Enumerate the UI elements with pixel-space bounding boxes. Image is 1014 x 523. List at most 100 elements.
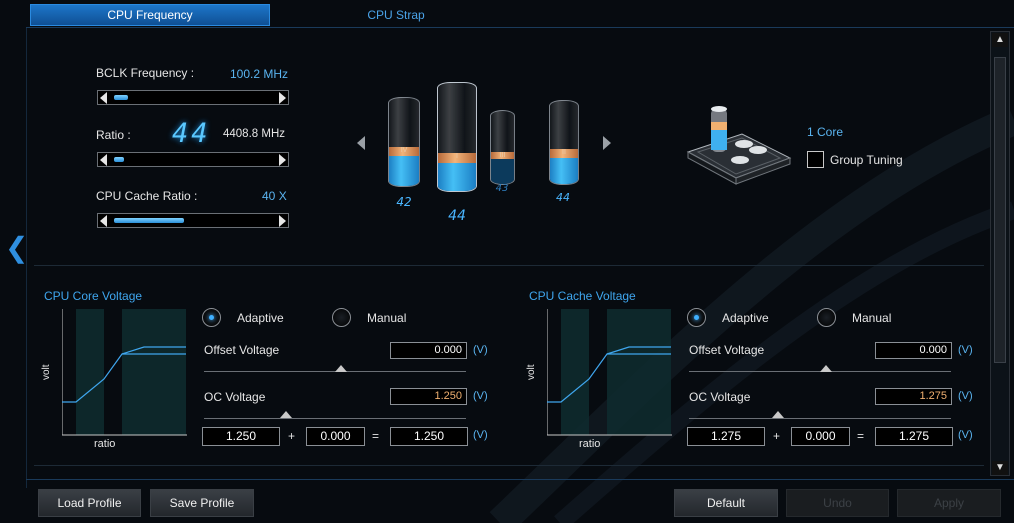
scrollbar-thumb[interactable] <box>994 57 1006 363</box>
core-oc-label: OC Voltage <box>204 390 266 404</box>
cache-oc-track[interactable] <box>689 418 951 419</box>
cache-ratio-label: CPU Cache Ratio : <box>96 189 198 203</box>
cache-oc-field[interactable]: 1.275 <box>875 388 952 405</box>
cache-oc-handle[interactable] <box>772 411 784 418</box>
cache-sum-b[interactable]: 0.000 <box>791 427 850 446</box>
core-adaptive-label: Adaptive <box>237 311 284 325</box>
core-offset-label: Offset Voltage <box>204 343 280 357</box>
core-fill <box>491 159 514 184</box>
slider-increase-icon[interactable] <box>279 154 286 166</box>
triangle-left-icon[interactable] <box>357 136 365 150</box>
apply-button[interactable]: Apply <box>897 489 1001 517</box>
plus-sign: + <box>773 429 781 443</box>
load-profile-button[interactable]: Load Profile <box>38 489 141 517</box>
ratio-frequency: 4408.8 MHz <box>223 128 286 140</box>
core-oc-track[interactable] <box>204 418 466 419</box>
triangle-right-icon[interactable] <box>603 136 611 150</box>
core-manual-radio[interactable] <box>332 308 351 327</box>
slider-increase-icon[interactable] <box>279 92 286 104</box>
core-offset-field[interactable]: 0.000 <box>390 342 467 359</box>
cache-sum-a[interactable]: 1.275 <box>687 427 765 446</box>
core-voltage-x-label: ratio <box>94 438 116 450</box>
cache-offset-field[interactable]: 0.000 <box>875 342 952 359</box>
bclk-slider-fill <box>114 95 128 100</box>
group-tuning-checkbox[interactable] <box>807 151 824 168</box>
cache-sum-result: 1.275 <box>875 427 953 446</box>
core-count-label: 1 Core <box>807 125 844 139</box>
ratio-slider-fill <box>114 157 124 162</box>
cache-adaptive-label: Adaptive <box>722 311 769 325</box>
core-oc-field[interactable]: 1.250 <box>390 388 467 405</box>
core-band: IV <box>389 147 419 156</box>
core-sum-unit: (V) <box>473 429 488 441</box>
core-ratio: 43 <box>495 183 509 194</box>
core-ratio: 44 <box>448 208 466 224</box>
equals-sign: = <box>857 429 865 443</box>
cache-ratio-value: 40 X <box>262 189 287 203</box>
core-ratio: 44 <box>556 191 570 204</box>
core-oc-unit: (V) <box>473 390 488 402</box>
bclk-slider[interactable] <box>97 90 289 105</box>
core-adaptive-radio[interactable] <box>202 308 221 327</box>
section-divider <box>34 265 984 266</box>
cache-sum-unit: (V) <box>958 429 973 441</box>
core-fill <box>438 163 476 191</box>
core-sum-a[interactable]: 1.250 <box>202 427 280 446</box>
cache-voltage-title: CPU Cache Voltage <box>529 289 636 303</box>
cache-adaptive-radio[interactable] <box>687 308 706 327</box>
tab-cpu-frequency[interactable]: CPU Frequency <box>30 4 270 26</box>
core-cylinder[interactable]: III <box>490 110 515 185</box>
core-voltage-title: CPU Core Voltage <box>44 289 143 303</box>
slider-decrease-icon[interactable] <box>100 154 107 166</box>
core-sum-b[interactable]: 0.000 <box>306 427 365 446</box>
cache-offset-handle[interactable] <box>820 365 832 372</box>
triangle-down-icon[interactable]: ▼ <box>992 461 1008 475</box>
core-band: I <box>438 153 476 163</box>
cpu-chip-icon <box>686 106 792 185</box>
bclk-label: BCLK Frequency : <box>96 66 195 80</box>
cache-manual-radio[interactable] <box>817 308 836 327</box>
core-ratio: 42 <box>396 195 412 209</box>
core-fill <box>389 156 419 186</box>
default-button[interactable]: Default <box>674 489 778 517</box>
chevron-left-icon[interactable]: ❮ <box>5 234 28 262</box>
undo-button[interactable]: Undo <box>786 489 889 517</box>
section-divider <box>34 465 984 466</box>
core-offset-unit: (V) <box>473 344 488 356</box>
ratio-big-value: 44 <box>172 118 211 149</box>
bclk-value: 100.2 MHz <box>230 67 289 81</box>
cache-oc-unit: (V) <box>958 390 973 402</box>
bottom-divider <box>26 479 1014 480</box>
cache-ratio-slider-fill <box>114 218 184 223</box>
tab-underline <box>26 27 1014 28</box>
triangle-up-icon[interactable]: ▲ <box>992 33 1008 47</box>
ratio-slider[interactable] <box>97 152 289 167</box>
core-voltage-y-label: volt <box>41 364 52 380</box>
cache-oc-label: OC Voltage <box>689 390 751 404</box>
save-profile-button[interactable]: Save Profile <box>150 489 254 517</box>
cache-voltage-graph <box>547 309 672 436</box>
slider-decrease-icon[interactable] <box>100 92 107 104</box>
core-cylinder-selected[interactable]: I <box>437 82 477 192</box>
slider-decrease-icon[interactable] <box>100 215 107 227</box>
tab-cpu-strap[interactable]: CPU Strap <box>276 4 516 26</box>
ratio-label: Ratio : <box>96 128 131 142</box>
core-oc-handle[interactable] <box>280 411 292 418</box>
equals-sign: = <box>372 429 380 443</box>
core-cylinder[interactable]: IV <box>388 97 420 187</box>
core-band: III <box>491 152 514 159</box>
group-tuning-label: Group Tuning <box>830 153 903 167</box>
cache-ratio-slider[interactable] <box>97 213 289 228</box>
core-offset-handle[interactable] <box>335 365 347 372</box>
plus-sign: + <box>288 429 296 443</box>
core-voltage-graph <box>62 309 187 436</box>
core-sum-result: 1.250 <box>390 427 468 446</box>
cache-manual-label: Manual <box>852 311 892 325</box>
cache-voltage-x-label: ratio <box>579 438 601 450</box>
core-band: II <box>550 149 578 158</box>
cache-offset-label: Offset Voltage <box>689 343 765 357</box>
cache-offset-unit: (V) <box>958 344 973 356</box>
slider-increase-icon[interactable] <box>279 215 286 227</box>
core-cylinder[interactable]: II <box>549 100 579 185</box>
core-fill <box>550 158 578 184</box>
